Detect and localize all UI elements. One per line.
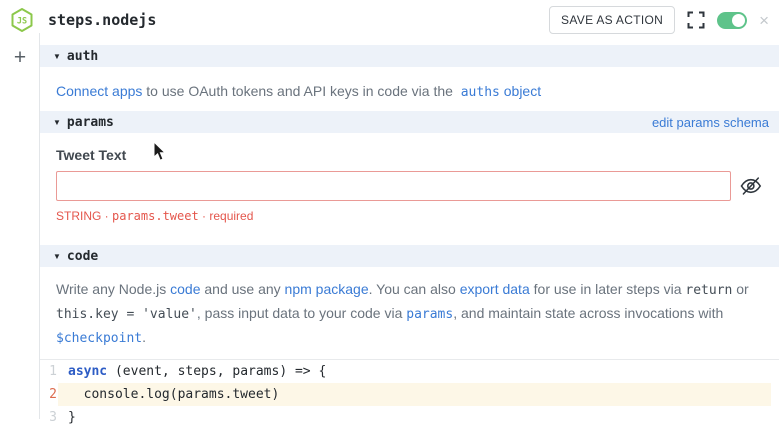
step-enabled-toggle[interactable]	[717, 12, 747, 29]
export-data-link[interactable]: export data	[460, 281, 530, 297]
this-key-code: this.key = 'value'	[56, 307, 197, 322]
auth-description-text: to use OAuth tokens and API keys in code…	[142, 83, 460, 99]
field-path: params.tweet	[112, 209, 199, 223]
connect-apps-link[interactable]: Connect apps	[56, 83, 142, 99]
save-as-action-button[interactable]: SAVE AS ACTION	[549, 6, 675, 34]
step-body: ▼ auth Connect apps to use OAuth tokens …	[40, 40, 779, 419]
return-code: return	[685, 283, 732, 298]
line-number-active: 2	[40, 383, 58, 406]
auths-object-link-text[interactable]: object	[500, 83, 541, 99]
desc-text: Write any Node.js	[56, 281, 170, 297]
nodejs-icon: JS	[9, 7, 35, 33]
npm-package-link[interactable]: npm package	[285, 281, 369, 297]
desc-text: , pass input data to your code via	[197, 305, 406, 321]
step-rail: +	[0, 40, 40, 419]
code-line[interactable]: 1 async (event, steps, params) => {	[40, 360, 779, 383]
tweet-text-input[interactable]	[56, 171, 731, 201]
code-description: Write any Node.js code and use any npm p…	[40, 267, 779, 359]
code-line-highlighted[interactable]: 2 console.log(params.tweet)	[40, 383, 779, 406]
section-label: auth	[67, 49, 98, 64]
field-type: STRING ·	[56, 209, 112, 223]
line-number: 1	[40, 360, 58, 383]
code-text: console.log(params.tweet)	[58, 383, 771, 406]
section-header-auth[interactable]: ▼ auth	[40, 45, 779, 67]
collapse-icon: ▼	[53, 118, 61, 127]
svg-text:JS: JS	[17, 17, 27, 27]
desc-text: for use in later steps via	[530, 281, 686, 297]
keyword-async: async	[68, 364, 107, 379]
add-step-button[interactable]: +	[14, 46, 26, 70]
section-label: code	[67, 249, 98, 264]
desc-text: or	[732, 281, 752, 297]
step-header: JS steps.nodejs SAVE AS ACTION ×	[0, 0, 779, 40]
collapse-icon: ▼	[53, 52, 61, 61]
auth-description: Connect apps to use OAuth tokens and API…	[40, 67, 779, 111]
desc-text: and use any	[200, 281, 284, 297]
code-text: }	[58, 406, 779, 429]
desc-text: . You can also	[369, 281, 460, 297]
hide-value-eye-icon[interactable]	[739, 174, 763, 198]
section-header-params[interactable]: ▼ params edit params schema	[40, 111, 779, 133]
close-icon[interactable]: ×	[759, 12, 769, 29]
line-number: 3	[40, 406, 58, 429]
checkpoint-link[interactable]: $checkpoint	[56, 331, 142, 346]
params-link[interactable]: params	[406, 307, 453, 322]
collapse-icon: ▼	[53, 252, 61, 261]
fullscreen-icon[interactable]	[687, 11, 705, 29]
step-title: steps.nodejs	[48, 11, 156, 29]
toggle-knob	[732, 14, 745, 27]
params-body: Tweet Text STRING · params.tweet · requi…	[40, 133, 779, 245]
desc-text: , and maintain state across invocations …	[453, 305, 727, 321]
desc-text: .	[142, 329, 146, 345]
field-help-text: STRING · params.tweet · required	[56, 209, 763, 223]
field-required: · required	[199, 209, 254, 223]
auths-object-link[interactable]: auths	[461, 85, 500, 100]
code-text: (event, steps, params) => {	[107, 364, 326, 379]
section-header-code[interactable]: ▼ code	[40, 245, 779, 267]
section-label: params	[67, 115, 114, 130]
field-label-tweet-text: Tweet Text	[56, 147, 763, 163]
code-docs-link[interactable]: code	[170, 281, 200, 297]
edit-params-schema-link[interactable]: edit params schema	[652, 115, 769, 130]
code-line[interactable]: 3 }	[40, 406, 779, 429]
